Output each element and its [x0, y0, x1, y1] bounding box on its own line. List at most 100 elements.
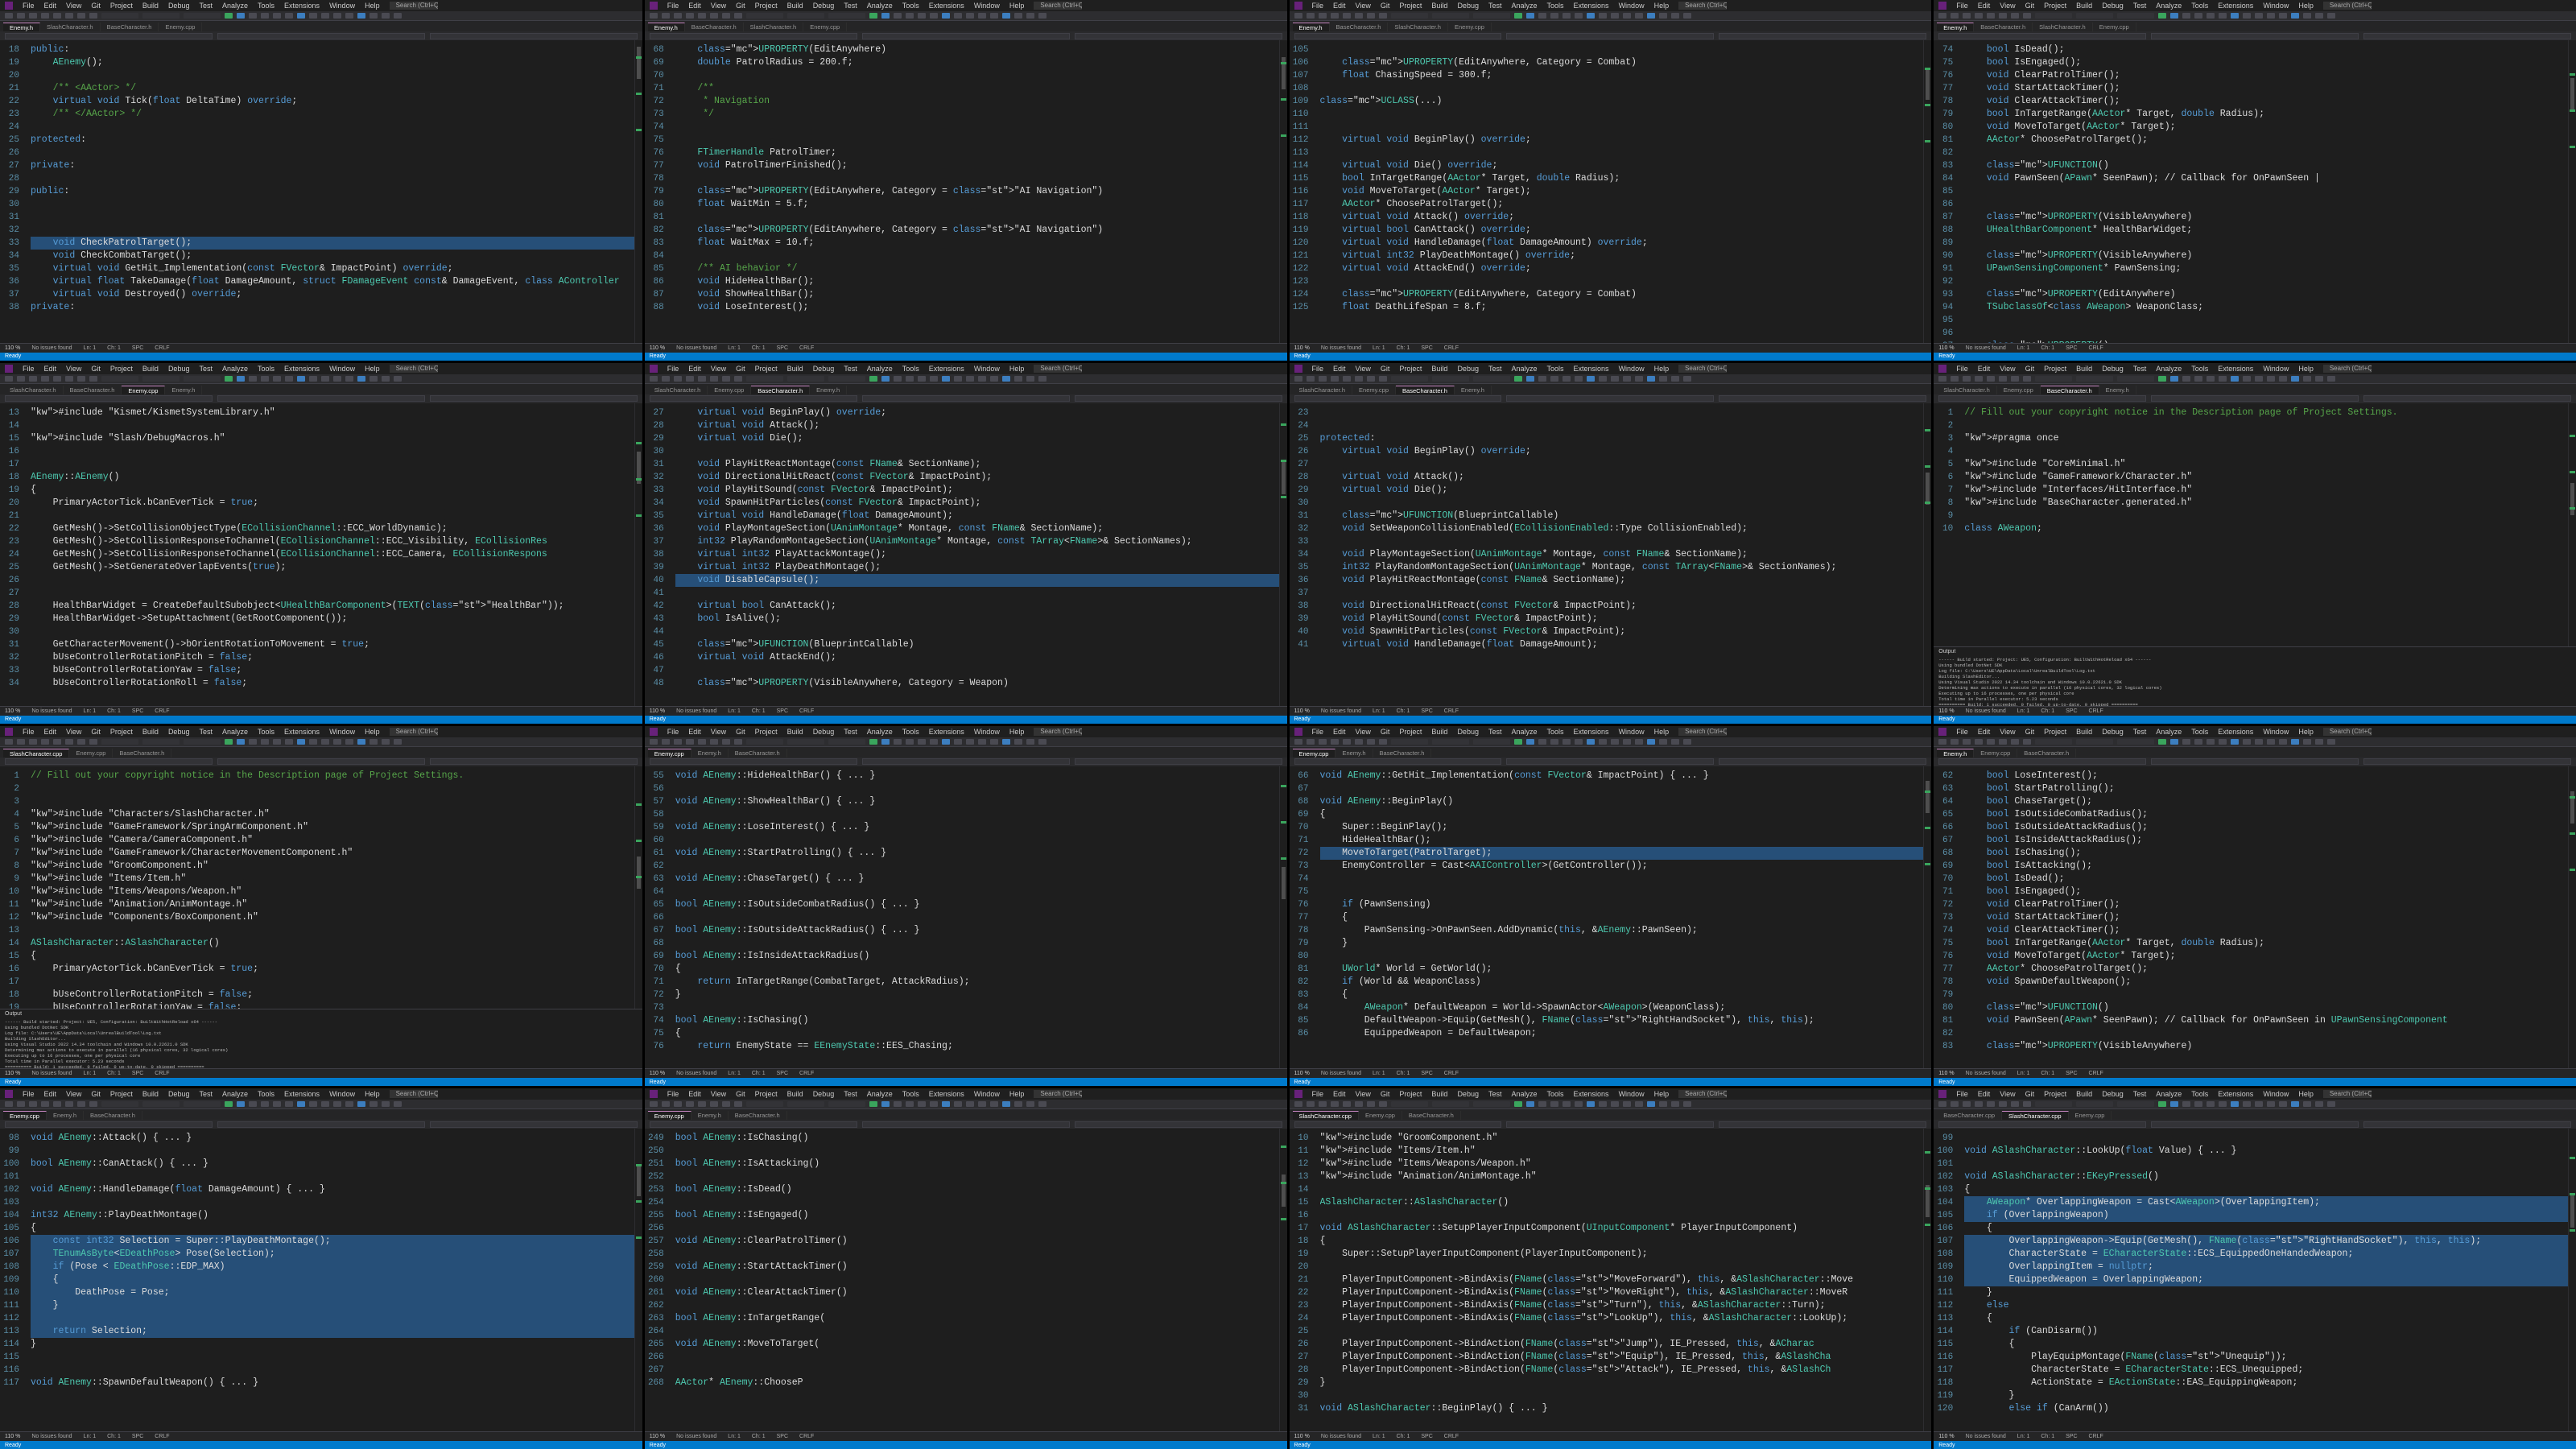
scope-dropdown[interactable] [861, 1121, 1070, 1128]
scope-dropdown[interactable] [1719, 32, 1927, 39]
code-line[interactable]: DeathPose = Pose; [31, 1286, 634, 1300]
code-line[interactable]: void AEnemy::BeginPlay() [1320, 795, 1924, 808]
toolbar-button-icon[interactable] [721, 738, 730, 745]
menu-item-analyze[interactable]: Analyze [222, 1090, 248, 1098]
toolbar-button-icon[interactable] [2243, 1101, 2252, 1108]
toolbar-button-icon[interactable] [1525, 1101, 1534, 1108]
toolbar-button-icon[interactable] [733, 1101, 742, 1108]
toolbar-button-icon[interactable] [2291, 13, 2300, 19]
code-line[interactable]: EnemyController = Cast<AAIController>(Ge… [1320, 860, 1924, 873]
menu-item-extensions[interactable]: Extensions [929, 1090, 964, 1098]
toolbar-button-icon[interactable] [661, 738, 670, 745]
menu-item-edit[interactable]: Edit [44, 1090, 57, 1098]
toolbar-button-icon[interactable] [285, 13, 293, 19]
config-dropdown[interactable] [828, 738, 865, 745]
toolbar-button-icon[interactable] [941, 375, 950, 382]
tab-basecharacter-h[interactable]: BaseCharacter.h [1373, 748, 1432, 758]
code-line[interactable] [1964, 314, 2568, 327]
toolbar-button-icon[interactable] [1378, 375, 1387, 382]
toolbar-button-icon[interactable] [2170, 13, 2179, 19]
code-line[interactable] [1320, 108, 1924, 121]
code-line[interactable] [31, 1364, 634, 1377]
config-dropdown[interactable] [786, 1101, 824, 1108]
code-line[interactable]: if (CanDisarm()) [1964, 1325, 2568, 1338]
menu-item-debug[interactable]: Debug [813, 365, 835, 373]
code-line[interactable]: int32 PlayRandomMontageSection(UAnimMont… [675, 535, 1279, 548]
code-line[interactable] [31, 976, 634, 989]
code-line[interactable]: * Navigation [675, 95, 1279, 108]
menu-item-edit[interactable]: Edit [1978, 365, 1991, 373]
menu-item-file[interactable]: File [23, 2, 35, 10]
config-dropdown[interactable] [1472, 375, 1510, 382]
code-line[interactable] [1320, 1389, 1924, 1402]
toolbar-button-icon[interactable] [1318, 1101, 1327, 1108]
tab-basecharacter-h[interactable]: BaseCharacter.h [101, 23, 159, 31]
toolbar-button-icon[interactable] [357, 738, 365, 745]
toolbar-button-icon[interactable] [1963, 738, 1971, 745]
config-dropdown[interactable] [1472, 738, 1510, 745]
code-line[interactable] [31, 419, 634, 432]
menu-item-help[interactable]: Help [2298, 728, 2314, 736]
code-line[interactable] [675, 808, 1279, 821]
toolbar-button-icon[interactable] [345, 1101, 353, 1108]
code-line[interactable]: bool IsOutsideAttackRadius(); [1964, 821, 2568, 834]
config-dropdown[interactable] [2035, 375, 2073, 382]
code-area[interactable]: protected: virtual void BeginPlay() over… [1314, 403, 1924, 706]
menu-item-view[interactable]: View [1356, 1090, 1371, 1098]
zoom-level[interactable]: 110 % [1938, 1071, 1954, 1076]
run-icon[interactable] [1513, 738, 1522, 745]
menu-item-git[interactable]: Git [2025, 1090, 2035, 1098]
code-line[interactable] [31, 574, 634, 587]
code-line[interactable] [1320, 1261, 1924, 1274]
toolbar-button-icon[interactable] [649, 738, 658, 745]
code-line[interactable]: void ClearAttackTimer(); [1964, 95, 2568, 108]
menu-item-window[interactable]: Window [2263, 365, 2289, 373]
code-line[interactable] [31, 458, 634, 471]
toolbar-button-icon[interactable] [1598, 1101, 1607, 1108]
toolbar-button-icon[interactable] [1999, 13, 2008, 19]
toolbar-button-icon[interactable] [1670, 1101, 1679, 1108]
code-line[interactable]: bool IsAttacking(); [1964, 860, 2568, 873]
zoom-level[interactable]: 110 % [650, 1071, 665, 1076]
toolbar-button-icon[interactable] [673, 375, 682, 382]
code-line[interactable] [1964, 419, 2568, 432]
code-line[interactable]: private: [31, 301, 634, 314]
code-editor[interactable]: 98 99 100 101 102 103 104 105 106 107 108 109 110 111… [0, 1129, 642, 1431]
scope-dropdown[interactable] [2363, 32, 2572, 39]
code-line[interactable]: bool AEnemy::IsEngaged() [675, 1209, 1279, 1222]
code-line[interactable]: MoveToTarget(PatrolTarget); [1319, 846, 1924, 860]
code-area[interactable]: class="mc">UPROPERTY(EditAnywhere, Categ… [1314, 40, 1924, 343]
menu-item-analyze[interactable]: Analyze [222, 728, 248, 736]
menu-item-extensions[interactable]: Extensions [2218, 728, 2253, 736]
code-line[interactable] [675, 911, 1279, 924]
menu-item-tools[interactable]: Tools [1547, 365, 1564, 373]
code-line[interactable]: class="mc">UPROPERTY(VisibleAnywhere) [1964, 250, 2568, 262]
tab-basecharacter-h[interactable]: BaseCharacter.h [1974, 23, 2033, 31]
toolbar-button-icon[interactable] [649, 375, 658, 382]
config-dropdown[interactable] [184, 738, 221, 745]
toolbar-button-icon[interactable] [297, 375, 305, 382]
toolbar-button-icon[interactable] [1938, 375, 1947, 382]
code-editor[interactable]: 66 67 68 69 70 71 72 73 74 75 76 77 78 79 80 81 82 83 84 85… [1289, 766, 1932, 1069]
code-line[interactable]: PlayerInputComponent->BindAxis(FName(cla… [1320, 1299, 1924, 1312]
toolbar-button-icon[interactable] [917, 13, 926, 19]
menu-item-git[interactable]: Git [91, 728, 101, 736]
toolbar-button-icon[interactable] [1013, 13, 1022, 19]
toolbar-button-icon[interactable] [697, 1101, 706, 1108]
menu-item-extensions[interactable]: Extensions [929, 728, 964, 736]
menu-item-test[interactable]: Test [1488, 1090, 1502, 1098]
toolbar-button-icon[interactable] [1026, 738, 1034, 745]
toolbar-button-icon[interactable] [709, 375, 718, 382]
toolbar-button-icon[interactable] [1975, 738, 1984, 745]
toolbar-button-icon[interactable] [2011, 13, 2020, 19]
code-line[interactable] [31, 625, 634, 638]
zoom-level[interactable]: 110 % [5, 708, 20, 714]
toolbar-button-icon[interactable] [1987, 375, 1996, 382]
code-line[interactable]: GetMesh()->SetCollisionObjectType(EColli… [31, 522, 634, 535]
run-icon[interactable] [1513, 13, 1522, 19]
tab-enemy-cpp[interactable]: Enemy.cpp [2093, 23, 2136, 31]
toolbar-button-icon[interactable] [321, 375, 329, 382]
code-line[interactable]: CharacterState = ECharacterState::ECS_Eq… [1964, 1248, 2568, 1261]
toolbar-button-icon[interactable] [673, 738, 682, 745]
menu-item-git[interactable]: Git [736, 728, 745, 736]
